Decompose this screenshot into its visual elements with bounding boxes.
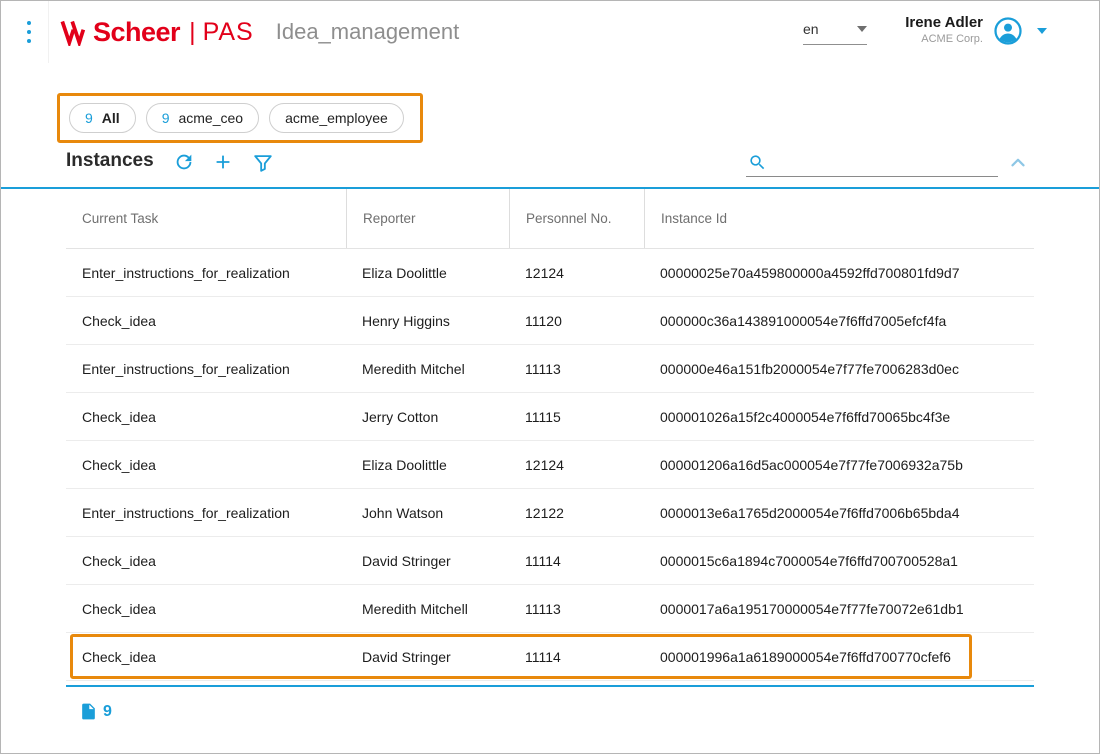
user-menu-chevron-icon[interactable] xyxy=(1037,28,1047,34)
result-count-label: 9 xyxy=(103,703,112,721)
add-icon[interactable] xyxy=(212,151,234,173)
table-row[interactable]: Check_ideaDavid Stringer111140000015c6a1… xyxy=(66,537,1034,585)
table-cell: 12122 xyxy=(509,505,644,521)
user-avatar-icon[interactable] xyxy=(993,16,1023,46)
table-cell: Henry Higgins xyxy=(346,313,509,329)
table-cell: Check_idea xyxy=(66,457,346,473)
table-row[interactable]: Enter_instructions_for_realizationMeredi… xyxy=(66,345,1034,393)
user-info: Irene Adler ACME Corp. xyxy=(905,13,983,46)
annotation-filter-chips: 9 All 9 acme_ceo acme_employee xyxy=(57,93,423,143)
table-cell: Meredith Mitchell xyxy=(346,601,509,617)
table-cell: 11113 xyxy=(509,601,644,617)
brand-divider: | xyxy=(189,18,196,47)
chip-label: All xyxy=(102,110,120,126)
table-bottom-divider xyxy=(66,685,1034,687)
app-window: Scheer | PAS Idea_management en Irene Ad… xyxy=(0,0,1100,754)
instances-title: Instances xyxy=(66,150,154,172)
table-cell: 000001206a16d5ac000054e7f77fe7006932a75b xyxy=(644,457,1034,473)
user-organization: ACME Corp. xyxy=(905,32,983,46)
column-header-reporter: Reporter xyxy=(346,189,509,248)
table-cell: 11115 xyxy=(509,409,644,425)
result-count: 9 xyxy=(79,702,112,721)
table-cell: Enter_instructions_for_realization xyxy=(66,265,346,281)
table-cell: 11113 xyxy=(509,361,644,377)
chip-label: acme_employee xyxy=(285,110,388,126)
table-row[interactable]: Enter_instructions_for_realizationJohn W… xyxy=(66,489,1034,537)
table-row[interactable]: Enter_instructions_for_realizationEliza … xyxy=(66,249,1034,297)
filter-icon[interactable] xyxy=(252,152,274,174)
search-input[interactable] xyxy=(773,152,998,176)
table-cell: 0000013e6a1765d2000054e7f6ffd7006b65bda4 xyxy=(644,505,1034,521)
table-cell: Eliza Doolittle xyxy=(346,457,509,473)
table-cell: 00000025e70a459800000a4592ffd700801fd9d7 xyxy=(644,265,1034,281)
language-select[interactable]: en xyxy=(803,21,867,45)
table-cell: Jerry Cotton xyxy=(346,409,509,425)
instances-table: Current TaskReporterPersonnel No.Instanc… xyxy=(66,189,1034,687)
user-name: Irene Adler xyxy=(905,13,983,32)
table-cell: 0000015c6a1894c7000054e7f6ffd700700528a1 xyxy=(644,553,1034,569)
table-row[interactable]: Check_ideaJerry Cotton11115000001026a15f… xyxy=(66,393,1034,441)
table-cell: Check_idea xyxy=(66,313,346,329)
table-cell: John Watson xyxy=(346,505,509,521)
menu-icon[interactable] xyxy=(19,21,39,47)
brand-name: Scheer xyxy=(93,17,180,48)
chip-count: 9 xyxy=(162,110,170,126)
table-cell: Meredith Mitchel xyxy=(346,361,509,377)
header-divider xyxy=(48,1,49,63)
column-header-personnel-no: Personnel No. xyxy=(509,189,644,248)
column-header-current-task: Current Task xyxy=(66,189,346,248)
table-cell: 12124 xyxy=(509,265,644,281)
language-value: en xyxy=(803,21,819,37)
chevron-down-icon xyxy=(857,26,867,32)
table-cell: 000001996a1a6189000054e7f6ffd700770cfef6 xyxy=(644,649,1034,665)
brand-product: PAS xyxy=(203,18,254,47)
table-cell: Enter_instructions_for_realization xyxy=(66,361,346,377)
brand-logo: Scheer | PAS Idea_management xyxy=(59,13,459,51)
chip-label: acme_ceo xyxy=(178,110,243,126)
table-cell: Check_idea xyxy=(66,601,346,617)
table-cell: 11120 xyxy=(509,313,644,329)
table-row[interactable]: Check_ideaEliza Doolittle12124000001206a… xyxy=(66,441,1034,489)
filter-chips-group: 9 All 9 acme_ceo acme_employee xyxy=(69,103,404,133)
collapse-chevron-up-icon[interactable] xyxy=(1007,152,1029,174)
chip-count: 9 xyxy=(85,110,93,126)
table-cell: Check_idea xyxy=(66,409,346,425)
filter-chip-all[interactable]: 9 All xyxy=(69,103,136,133)
table-cell: Check_idea xyxy=(66,649,346,665)
table-cell: David Stringer xyxy=(346,649,509,665)
scheer-logo-icon xyxy=(59,18,89,46)
table-cell: 000001026a15f2c4000054e7f6ffd70065bc4f3e xyxy=(644,409,1034,425)
filter-chip-acme-employee[interactable]: acme_employee xyxy=(269,103,404,133)
table-cell: 000000e46a151fb2000054e7f77fe7006283d0ec xyxy=(644,361,1034,377)
page-title: Idea_management xyxy=(276,19,459,45)
table-body: Enter_instructions_for_realizationEliza … xyxy=(66,249,1034,681)
table-cell: 000000c36a143891000054e7f6ffd7005efcf4fa xyxy=(644,313,1034,329)
document-icon xyxy=(79,702,98,721)
table-cell: David Stringer xyxy=(346,553,509,569)
table-cell: 11114 xyxy=(509,553,644,569)
table-row[interactable]: Check_ideaMeredith Mitchell111130000017a… xyxy=(66,585,1034,633)
table-cell: 0000017a6a195170000054e7f77fe70072e61db1 xyxy=(644,601,1034,617)
table-row[interactable]: Check_ideaDavid Stringer11114000001996a1… xyxy=(66,633,1034,681)
table-cell: 11114 xyxy=(509,649,644,665)
search-icon xyxy=(748,153,767,172)
table-cell: Check_idea xyxy=(66,553,346,569)
table-cell: 12124 xyxy=(509,457,644,473)
table-cell: Eliza Doolittle xyxy=(346,265,509,281)
column-header-instance-id: Instance Id xyxy=(644,189,1034,248)
table-cell: Enter_instructions_for_realization xyxy=(66,505,346,521)
refresh-icon[interactable] xyxy=(173,151,195,173)
table-header-row: Current TaskReporterPersonnel No.Instanc… xyxy=(66,189,1034,249)
table-row[interactable]: Check_ideaHenry Higgins11120000000c36a14… xyxy=(66,297,1034,345)
search-box xyxy=(746,147,998,177)
filter-chip-acme-ceo[interactable]: 9 acme_ceo xyxy=(146,103,259,133)
